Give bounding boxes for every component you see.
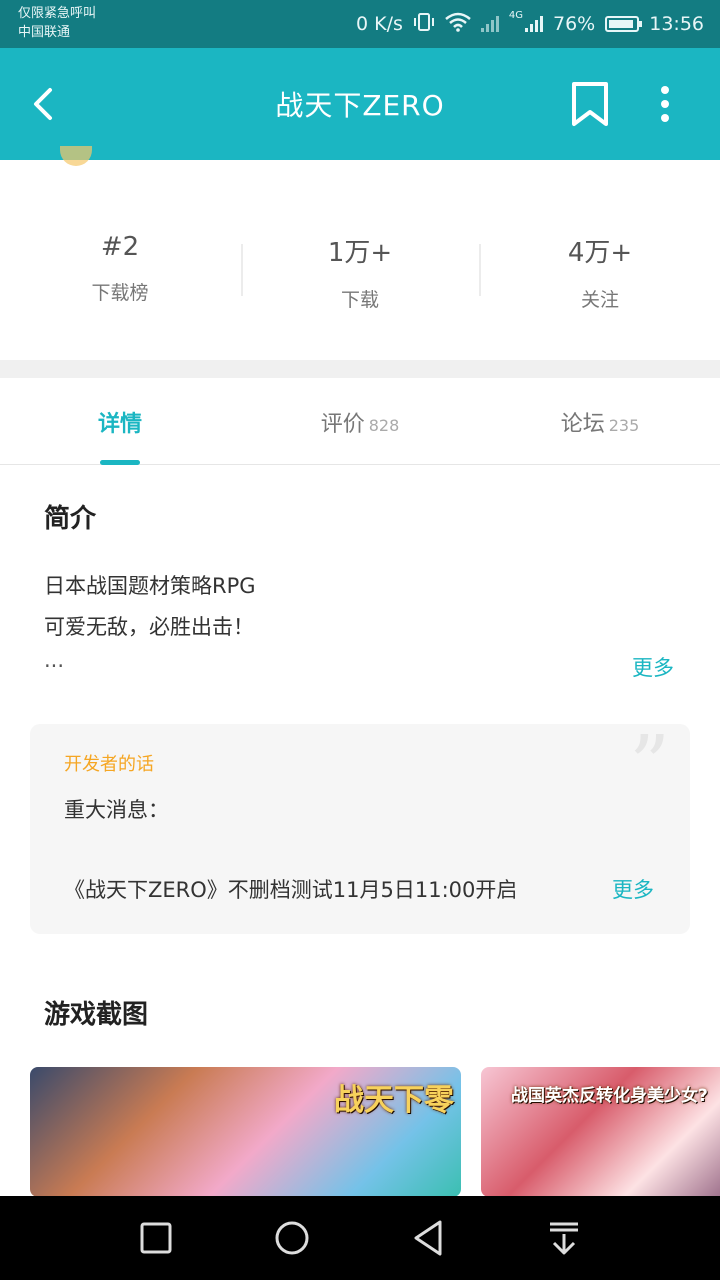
stat-rank[interactable]: #2 下载榜: [0, 232, 240, 305]
stat-value: #2: [100, 232, 140, 262]
bookmark-icon[interactable]: [568, 80, 612, 128]
tab-forum[interactable]: 论坛 235: [480, 406, 720, 438]
stat-downloads[interactable]: 1万+ 下载: [240, 232, 480, 312]
screenshots-heading: 游戏截图: [44, 1000, 149, 1030]
back-nav-icon[interactable]: [406, 1216, 450, 1260]
quote-icon: ”: [629, 724, 670, 811]
system-nav-bar: [0, 1196, 720, 1280]
stat-value: 1万+: [327, 238, 393, 268]
intro-heading: 简介: [44, 504, 97, 534]
status-icons: 0 K/s 4G 76% 13:56: [356, 10, 704, 38]
app-bar: 战天下ZERO: [0, 48, 720, 160]
stat-label: 下载榜: [91, 282, 149, 304]
carrier-line2: 中国联通: [18, 25, 71, 40]
intro-line: 可爱无敌，必胜出击！: [44, 615, 254, 639]
stat-label: 关注: [580, 289, 619, 311]
screenshot-1[interactable]: 战天下零: [30, 1067, 461, 1197]
intro-line: 日本战国题材策略RPG: [44, 574, 256, 598]
developer-note-line: 重大消息：: [64, 798, 169, 822]
recent-apps-icon[interactable]: [134, 1216, 178, 1260]
text-fade: [510, 872, 600, 906]
tab-count: 828: [368, 416, 400, 435]
tab-bar: 详情 评价 828 论坛 235: [0, 378, 720, 465]
tab-label: 详情: [97, 412, 142, 437]
carrier-line1: 仅限紧急呼叫: [18, 6, 97, 21]
developer-note-card: ” 开发者的话 重大消息： 《战天下ZERO》不删档测试11月5日11:00开启…: [30, 724, 690, 934]
more-vert-icon[interactable]: [650, 80, 680, 128]
page-title: 战天下ZERO: [275, 89, 445, 122]
notification-pull-icon[interactable]: [542, 1216, 586, 1260]
tab-details[interactable]: 详情: [0, 406, 240, 438]
stat-value: 4万+: [567, 238, 633, 268]
intro-more-link[interactable]: 更多: [632, 652, 674, 682]
tab-indicator: [100, 460, 140, 465]
battery-percent: 76%: [553, 13, 596, 35]
carrier-info: 仅限紧急呼叫 中国联通: [18, 4, 96, 42]
signal-icon-sim2: [525, 16, 543, 32]
screenshot-logo-text: 战天下零: [334, 1083, 454, 1118]
section-divider: [0, 360, 720, 378]
intro-line: ...: [44, 648, 65, 672]
network-speed: 0 K/s: [355, 13, 403, 35]
developer-more-link[interactable]: 更多: [612, 874, 654, 904]
stat-label: 下载: [340, 289, 379, 311]
home-icon[interactable]: [270, 1216, 314, 1260]
screenshot-caption: 战国英杰反转化身美少女?: [511, 1086, 708, 1106]
battery-icon: [605, 16, 643, 32]
tab-count: 235: [608, 416, 640, 435]
screenshot-2[interactable]: 战国英杰反转化身美少女?: [481, 1067, 720, 1197]
avatar: [60, 146, 92, 166]
tab-reviews[interactable]: 评价 828: [240, 406, 480, 438]
network-type: 4G: [508, 10, 523, 21]
signal-icon-sim1: [480, 16, 499, 32]
tab-label: 评价: [320, 412, 365, 437]
stat-followers[interactable]: 4万+ 关注: [480, 232, 720, 312]
stats-panel: #2 下载榜 1万+ 下载 4万+ 关注: [0, 146, 720, 360]
wifi-icon: [445, 12, 471, 37]
developer-note-label: 开发者的话: [64, 754, 154, 775]
vibrate-icon: [413, 11, 435, 38]
tab-label: 论坛: [560, 412, 605, 437]
status-bar: 仅限紧急呼叫 中国联通 0 K/s 4G 76% 13:56: [0, 0, 720, 48]
clock: 13:56: [649, 13, 704, 35]
